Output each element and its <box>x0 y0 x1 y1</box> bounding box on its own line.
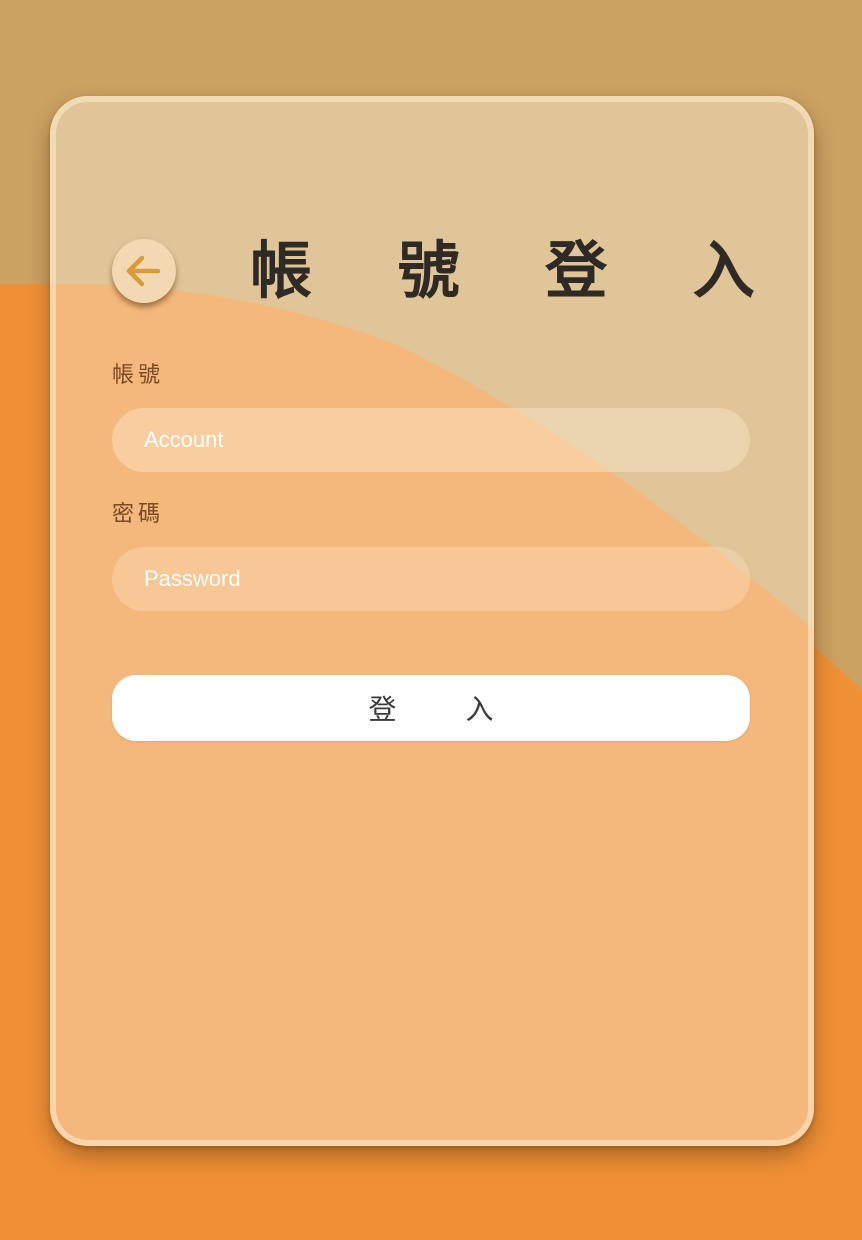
login-card: 帳 號 登 入 帳號 密碼 登 入 <box>50 96 814 1146</box>
password-label: 密碼 <box>112 502 165 527</box>
account-input[interactable] <box>112 408 750 472</box>
arrow-left-icon <box>126 255 161 287</box>
password-input[interactable] <box>112 547 750 611</box>
login-button[interactable]: 登 入 <box>112 675 750 741</box>
page-title: 帳 號 登 入 <box>250 234 787 307</box>
account-label: 帳號 <box>112 363 165 388</box>
back-button[interactable] <box>112 239 176 303</box>
